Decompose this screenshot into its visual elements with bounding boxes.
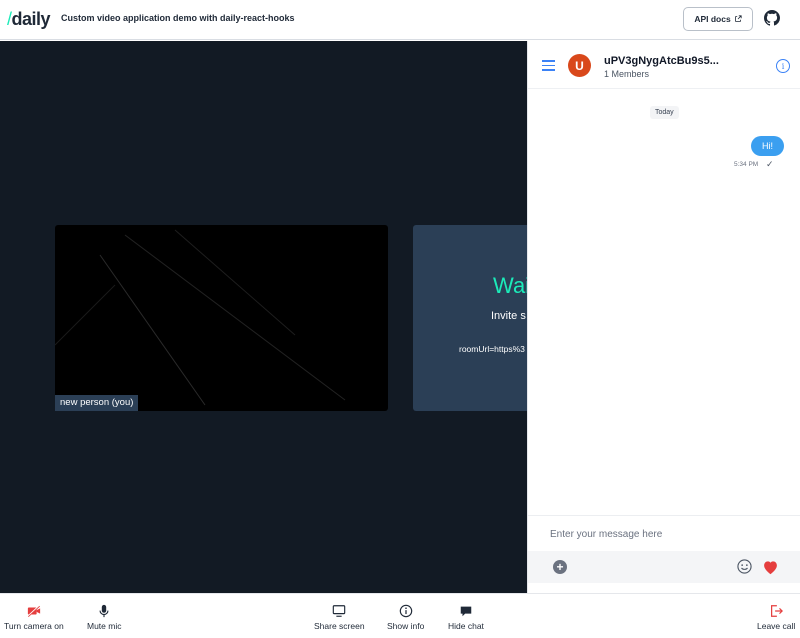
mute-mic-button[interactable]: Mute mic xyxy=(87,604,121,631)
page-title: Custom video application demo with daily… xyxy=(61,13,295,23)
chat-toolbar: + xyxy=(528,551,800,583)
show-info-label: Show info xyxy=(387,621,425,631)
self-video-tile xyxy=(55,225,388,411)
app-header: /daily Custom video application demo wit… xyxy=(0,0,800,40)
member-count: 1 Members xyxy=(604,69,650,79)
chat-room-name: uPV3gNygAtcBu9s5... xyxy=(604,55,719,67)
video-stage: new person (you) Wai Invite s roomUrl=ht… xyxy=(0,41,527,593)
video-feed-artifact xyxy=(55,229,346,406)
heart-icon[interactable] xyxy=(762,559,779,575)
show-info-button[interactable]: Show info xyxy=(387,604,424,631)
hide-chat-button[interactable]: Hide chat xyxy=(448,604,484,631)
menu-icon[interactable] xyxy=(542,60,555,71)
camera-off-icon xyxy=(27,605,40,618)
chat-message: Hi! xyxy=(751,136,784,156)
external-link-icon xyxy=(734,15,742,22)
hide-chat-label: Hide chat xyxy=(448,621,484,631)
read-check-icon: ✓ xyxy=(766,159,774,169)
waiting-tile: Wai Invite s roomUrl=https%3 xyxy=(413,225,527,411)
info-icon[interactable]: i xyxy=(776,59,790,73)
date-separator: Today xyxy=(650,106,679,119)
avatar: U xyxy=(568,54,591,77)
message-input[interactable] xyxy=(550,524,790,544)
room-url-text[interactable]: roomUrl=https%3 xyxy=(459,344,525,354)
mute-mic-label: Mute mic xyxy=(87,621,122,631)
message-time: 5:34 PM xyxy=(734,161,759,168)
leave-call-label: Leave call xyxy=(757,621,796,631)
invite-text: Invite s xyxy=(491,310,526,322)
screen-share-icon xyxy=(333,605,346,617)
chat-panel: U uPV3gNygAtcBu9s5... 1 Members i Today … xyxy=(527,41,800,593)
add-attachment-icon[interactable]: + xyxy=(553,560,567,574)
leave-icon xyxy=(771,605,784,617)
share-screen-label: Share screen xyxy=(314,621,365,631)
api-docs-button[interactable]: API docs xyxy=(683,7,753,31)
info-circle-icon xyxy=(399,604,412,618)
call-tray: Turn camera on Mute mic Share screen Sho… xyxy=(0,593,800,638)
message-input-row xyxy=(528,515,800,551)
share-screen-button[interactable]: Share screen xyxy=(314,604,365,631)
camera-toggle-button[interactable]: Turn camera on xyxy=(4,604,64,631)
emoji-icon[interactable] xyxy=(737,559,752,574)
chat-bubble-icon xyxy=(460,606,472,617)
api-docs-label: API docs xyxy=(694,14,731,24)
chat-header: U uPV3gNygAtcBu9s5... 1 Members i xyxy=(528,41,800,89)
self-name-tag: new person (you) xyxy=(55,395,139,411)
waiting-title: Wai xyxy=(493,273,527,298)
leave-call-button[interactable]: Leave call xyxy=(757,604,795,631)
microphone-icon xyxy=(99,604,109,618)
daily-logo[interactable]: /daily xyxy=(7,9,51,30)
camera-toggle-label: Turn camera on xyxy=(4,621,64,631)
github-icon[interactable] xyxy=(764,10,780,26)
